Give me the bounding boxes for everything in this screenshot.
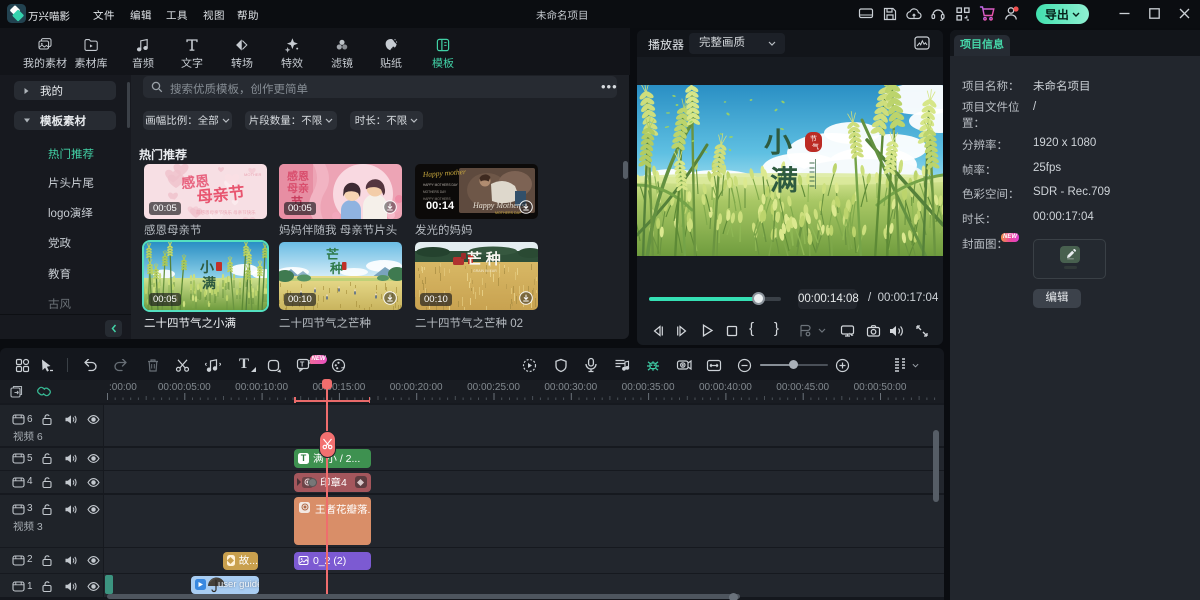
svg-text:00:00:15:00: 00:00:15:00 [312,382,365,393]
svg-text:满: 满 [202,273,216,293]
svg-text:T: T [300,362,305,369]
svg-text:00:00:25:00: 00:00:25:00 [467,382,520,393]
svg-text:HAPPY MOTHERS DAY: HAPPY MOTHERS DAY [423,183,459,187]
svg-text:满: 满 [770,159,798,199]
svg-text:00:00:35:00: 00:00:35:00 [622,382,675,393]
svg-text:MOTHERS DAY: MOTHERS DAY [495,211,522,215]
svg-text:00:00:40:00: 00:00:40:00 [699,382,752,393]
svg-text:00:00:30:00: 00:00:30:00 [544,382,597,393]
svg-text:气: 气 [812,142,819,152]
svg-text:母亲节: 母亲节 [195,179,245,208]
svg-text::00:00: :00:00 [109,382,137,393]
svg-text:MOTHER: MOTHER [244,172,261,177]
svg-text:小: 小 [764,121,792,161]
svg-text:芒 种: 芒 种 [467,248,501,269]
svg-text:00:00:45:00: 00:00:45:00 [776,382,829,393]
svg-text:最感恩母亲节快乐 母亲节快乐: 最感恩母亲节快乐 母亲节快乐 [196,209,256,216]
svg-text:Happy Mother's: Happy Mother's [472,201,525,210]
svg-text:MOTHERS DAY: MOTHERS DAY [423,190,447,194]
svg-text:00:00:05:00: 00:00:05:00 [158,382,211,393]
svg-text:GRAIN IN EAR: GRAIN IN EAR [473,269,497,273]
svg-text:00:00:20:00: 00:00:20:00 [390,382,443,393]
svg-text:种: 种 [329,258,343,277]
svg-text:00:00:50:00: 00:00:50:00 [854,382,907,393]
svg-text:00:00:10:00: 00:00:10:00 [235,382,288,393]
